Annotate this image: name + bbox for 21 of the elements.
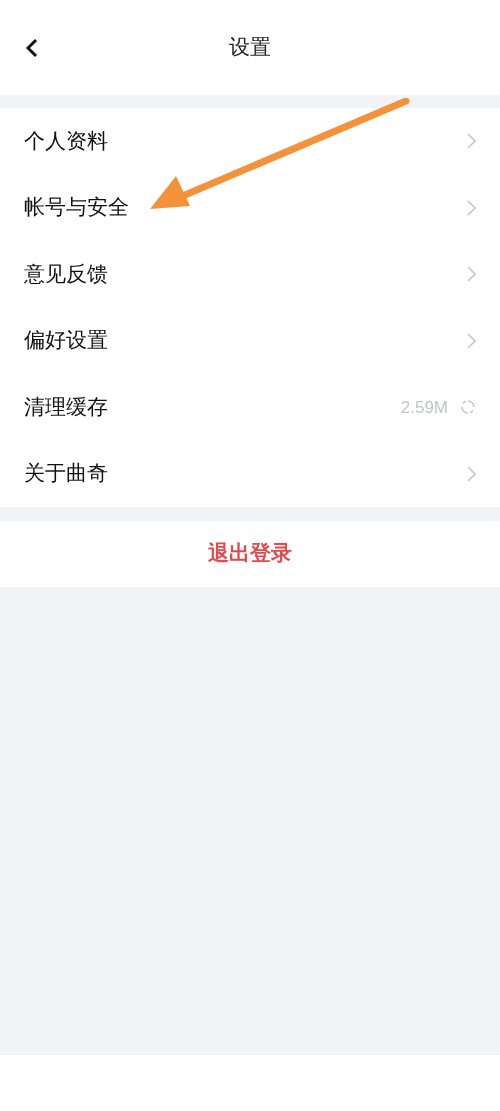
settings-item[interactable]: 偏好设置 [0, 307, 500, 374]
chevron-right-icon [467, 266, 476, 283]
item-label: 帐号与安全 [24, 194, 129, 221]
settings-item[interactable]: 意见反馈 [0, 241, 500, 308]
chevron-right-icon [467, 465, 476, 482]
item-label: 意见反馈 [24, 260, 108, 288]
settings-item[interactable]: 个人资料 [0, 108, 500, 175]
cache-size: 2.59M [400, 396, 448, 419]
back-icon [26, 37, 38, 58]
settings-item[interactable]: 帐号与安全 [0, 174, 500, 241]
chevron-right-icon [467, 199, 476, 216]
item-label: 清理缓存 [24, 393, 108, 421]
settings-item[interactable]: 清理缓存 2.59M [0, 374, 500, 441]
chevron-right-icon [467, 133, 476, 150]
item-label: 关于曲奇 [24, 460, 108, 487]
item-label: 个人资料 [24, 127, 108, 155]
page-title: 设置 [229, 33, 271, 61]
settings-item[interactable]: 关于曲奇 [0, 440, 500, 507]
chevron-right-icon [467, 332, 476, 349]
item-label: 偏好设置 [24, 327, 108, 354]
logout-button[interactable]: 退出登录 [0, 521, 500, 587]
